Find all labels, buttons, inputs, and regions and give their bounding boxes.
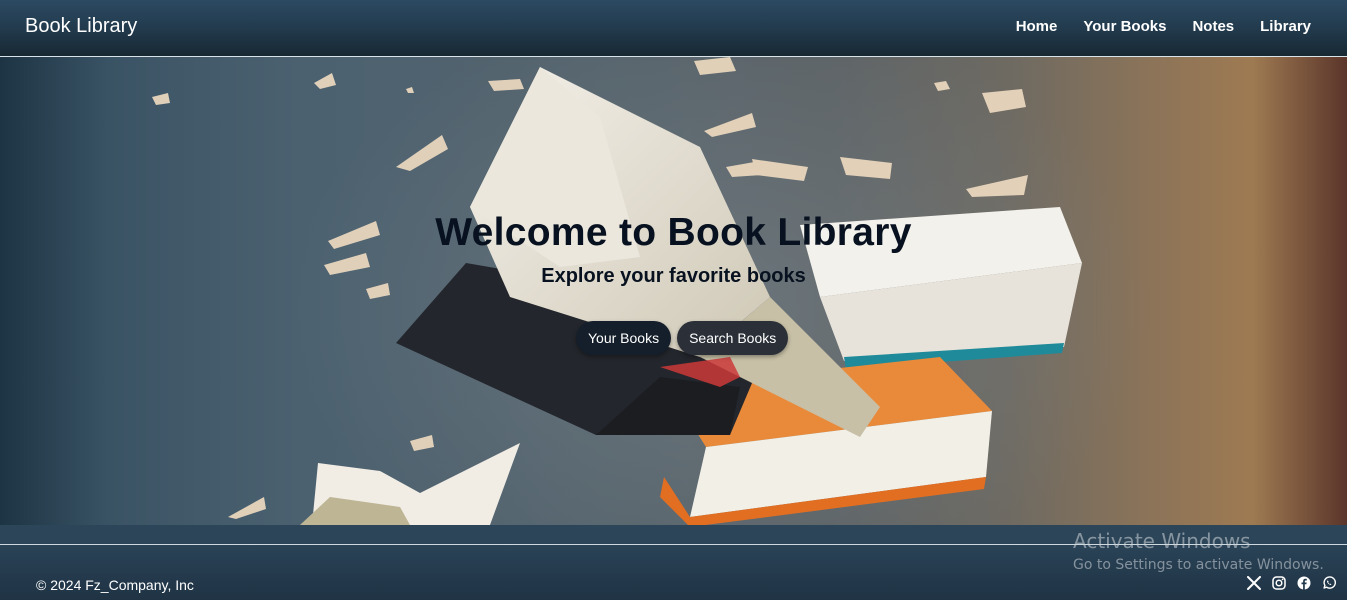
hero-buttons: Your Books Search Books: [576, 321, 789, 355]
hero-section: Welcome to Book Library Explore your fav…: [0, 57, 1347, 525]
watermark-subtitle: Go to Settings to activate Windows.: [1073, 557, 1324, 573]
watermark-title: Activate Windows: [1073, 529, 1251, 553]
search-books-button[interactable]: Search Books: [677, 321, 789, 355]
nav-links: Home Your Books Notes Library: [1016, 18, 1311, 35]
activate-windows-watermark: Activate Windows Go to Settings to activ…: [1073, 529, 1324, 573]
nav-link-notes[interactable]: Notes: [1192, 18, 1234, 35]
social-links: [1246, 575, 1337, 591]
nav-link-home[interactable]: Home: [1016, 18, 1058, 35]
navbar: Book Library Home Your Books Notes Libra…: [0, 0, 1347, 57]
nav-link-your-books[interactable]: Your Books: [1083, 18, 1166, 35]
whatsapp-icon[interactable]: [1321, 575, 1337, 591]
brand-logo[interactable]: Book Library: [25, 15, 137, 38]
your-books-button[interactable]: Your Books: [576, 321, 672, 355]
instagram-icon[interactable]: [1271, 575, 1287, 591]
nav-link-library[interactable]: Library: [1260, 18, 1311, 35]
hero-subtitle: Explore your favorite books: [541, 265, 806, 287]
footer: © 2024 Fz_Company, Inc Activate Windows …: [0, 529, 1347, 600]
copyright-text: © 2024 Fz_Company, Inc: [36, 577, 194, 593]
hero-title: Welcome to Book Library: [435, 211, 912, 254]
x-icon[interactable]: [1246, 575, 1262, 591]
facebook-icon[interactable]: [1296, 575, 1312, 591]
hero-background-image: [152, 57, 1150, 525]
